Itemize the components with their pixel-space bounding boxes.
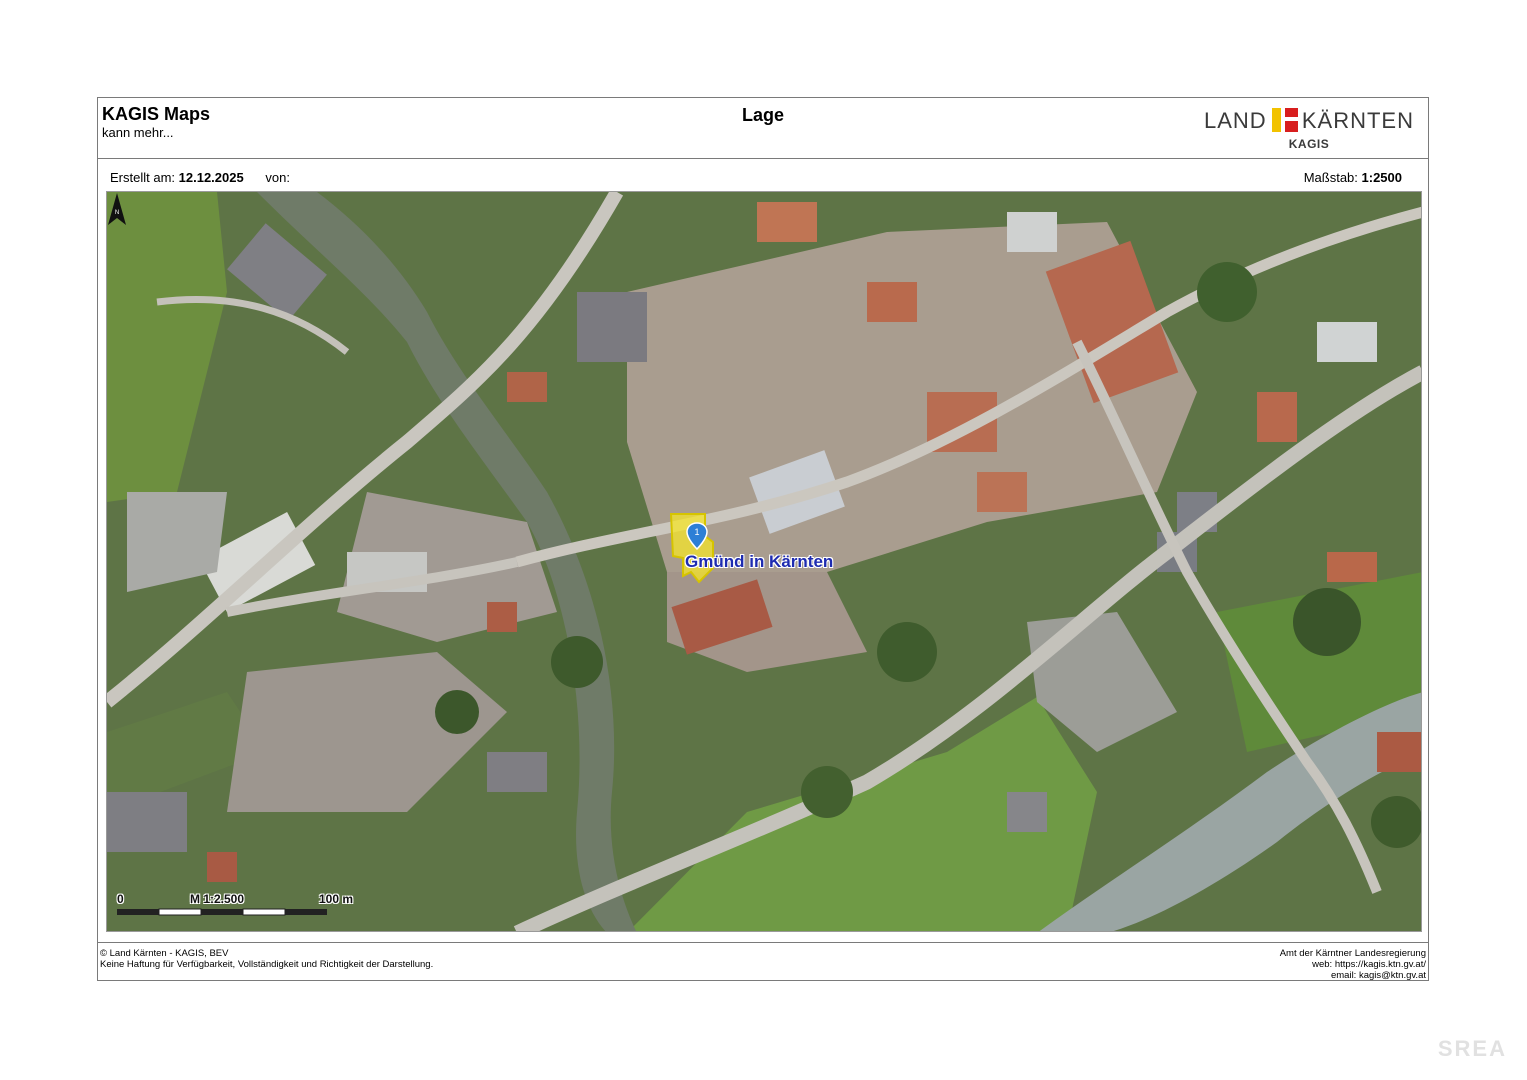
map-printout-frame: KAGIS Maps kann mehr... Lage LAND KÄRNTE… xyxy=(97,97,1429,981)
created-label: Erstellt am: xyxy=(110,170,176,185)
authority-name: Amt der Kärntner Landesregierung xyxy=(1279,948,1426,959)
logo-word-right: KÄRNTEN xyxy=(1301,108,1414,133)
aerial-map[interactable]: 1 Gmünd in Kärnten 0 M 1:2.500 100 m N xyxy=(106,191,1422,932)
marker-number: 1 xyxy=(694,527,699,537)
footer-right: Amt der Kärntner Landesregierung web: ht… xyxy=(1280,948,1426,981)
created-info: Erstellt am: 12.12.2025 von: xyxy=(110,170,290,185)
brand-subtitle: kann mehr... xyxy=(102,125,174,140)
copyright-text: © Land Kärnten - KAGIS, BEV xyxy=(100,948,229,959)
email-link[interactable]: email: kagis@ktn.gv.at xyxy=(1280,970,1426,981)
watermark-logo: SREA xyxy=(1437,1036,1507,1061)
meta-row: Erstellt am: 12.12.2025 von: Maßstab: 1:… xyxy=(98,159,1428,189)
place-label: Gmünd in Kärnten xyxy=(685,552,834,571)
scalebar-graphic xyxy=(117,908,327,916)
web-link[interactable]: web: https://kagis.ktn.gv.at/ xyxy=(1280,959,1426,970)
scalebar-end: 100 m xyxy=(319,892,354,906)
land-kaernten-logo: LAND KÄRNTEN KAGIS xyxy=(1204,106,1414,154)
logo-subtitle: KAGIS xyxy=(1288,137,1330,151)
scale-info: Maßstab: 1:2500 xyxy=(1304,170,1402,185)
scale-value: 1:2500 xyxy=(1361,170,1402,185)
svg-text:N: N xyxy=(115,210,119,216)
disclaimer-text: Keine Haftung für Verfügbarkeit, Vollstä… xyxy=(100,959,434,970)
logo-word-left: LAND xyxy=(1204,108,1267,133)
footer: © Land Kärnten - KAGIS, BEV Keine Haftun… xyxy=(98,942,1428,982)
logo-mark-icon xyxy=(1272,108,1298,132)
location-marker-icon[interactable]: 1 xyxy=(686,522,708,550)
scalebar-middle: M 1:2.500 xyxy=(190,892,245,906)
scale-bar: 0 M 1:2.500 100 m xyxy=(115,892,365,922)
footer-left: © Land Kärnten - KAGIS, BEV Keine Haftun… xyxy=(100,948,433,970)
created-date: 12.12.2025 xyxy=(178,170,244,185)
north-arrow-icon: N xyxy=(108,193,126,225)
by-label: von: xyxy=(265,170,290,185)
scalebar-start: 0 xyxy=(117,892,124,906)
header: KAGIS Maps kann mehr... Lage LAND KÄRNTE… xyxy=(98,98,1428,159)
scale-label: Maßstab: xyxy=(1303,170,1358,185)
